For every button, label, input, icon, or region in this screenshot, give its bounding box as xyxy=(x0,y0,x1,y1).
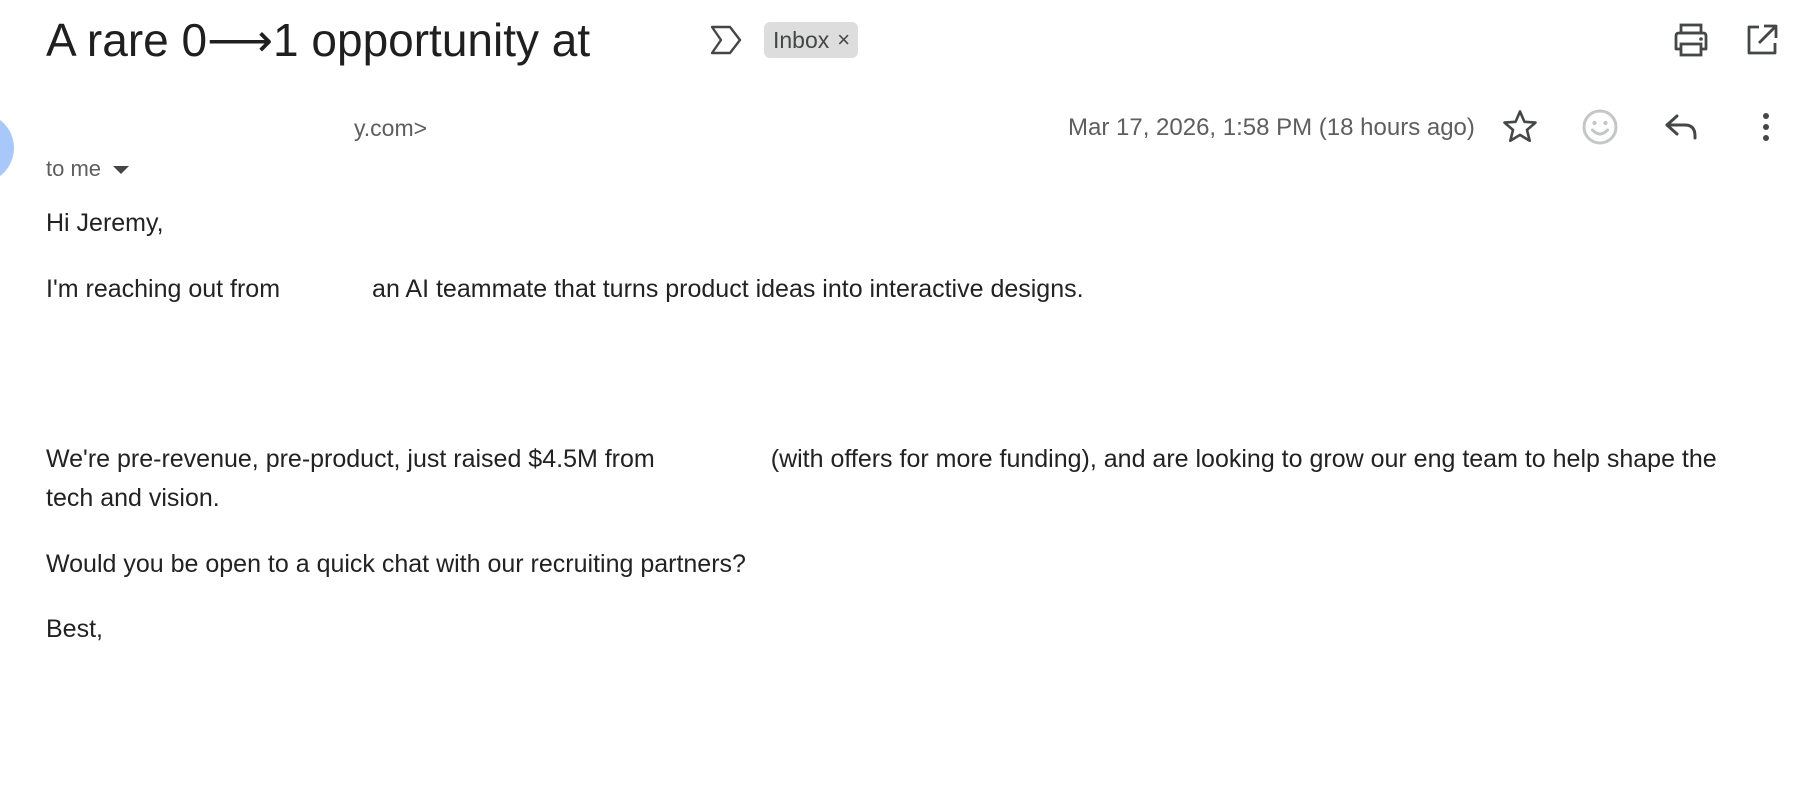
email-view: A rare 0⟶1 opportunity at Inbox × y.com>… xyxy=(0,0,1794,796)
recipient-details-toggle[interactable]: to me xyxy=(46,156,130,182)
intro-text-end: an AI teammate that turns product ideas … xyxy=(372,275,1084,303)
intro-text-start: I'm reaching out from xyxy=(46,275,281,303)
remove-label-icon[interactable]: × xyxy=(837,27,850,53)
email-intro-paragraph: I'm reaching out from an AI teammate that… xyxy=(46,270,1084,309)
more-options-icon[interactable] xyxy=(1746,107,1786,147)
email-greeting: Hi Jeremy, xyxy=(46,209,164,237)
emoji-reaction-icon[interactable] xyxy=(1580,107,1620,147)
email-signoff: Best, xyxy=(46,615,103,643)
email-subject: A rare 0⟶1 opportunity at xyxy=(46,14,591,66)
open-in-new-window-icon[interactable] xyxy=(1742,20,1782,60)
sender-avatar[interactable] xyxy=(0,113,14,183)
print-icon[interactable] xyxy=(1671,20,1711,60)
funding-text-start: We're pre-revenue, pre-product, just rai… xyxy=(46,445,655,473)
caret-down-icon[interactable] xyxy=(113,166,130,174)
recipient-label: to me xyxy=(46,156,102,181)
reply-icon[interactable] xyxy=(1661,107,1701,147)
email-question: Would you be open to a quick chat with o… xyxy=(46,550,746,578)
email-funding-paragraph: We're pre-revenue, pre-product, just rai… xyxy=(46,440,1766,518)
inbox-label-text: Inbox xyxy=(773,26,830,53)
star-icon[interactable] xyxy=(1500,107,1540,147)
sender-email: y.com> xyxy=(354,115,428,141)
inbox-label-chip[interactable]: Inbox × xyxy=(764,22,859,58)
email-date: Mar 17, 2026, 1:58 PM (18 hours ago) xyxy=(1068,114,1475,141)
important-marker-icon[interactable] xyxy=(709,24,743,56)
